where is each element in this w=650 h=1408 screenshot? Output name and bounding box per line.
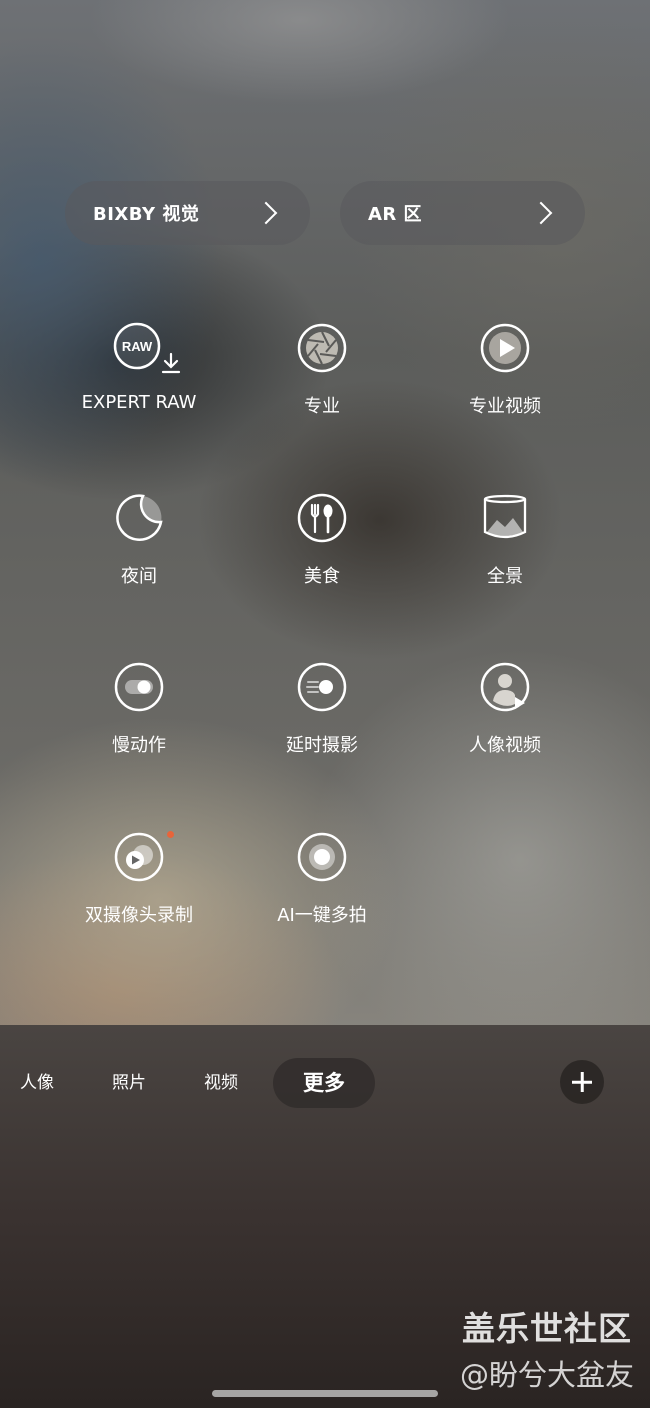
ar-zone-label: AR 区 [368,204,423,225]
home-indicator[interactable] [212,1390,438,1397]
notification-dot [167,831,174,838]
mode-single-take[interactable]: AI一键多拍 [222,831,422,927]
hyperlapse-icon [296,661,348,713]
bixby-vision-label: BIXBY 视觉 [93,204,200,225]
mode-dual-recording[interactable]: 双摄像头录制 [39,831,239,927]
moon-icon [113,492,165,544]
add-mode-button[interactable] [560,1060,604,1104]
panorama-icon [479,492,531,544]
aperture-icon [296,322,348,374]
tab-portrait[interactable]: 人像 [20,1058,54,1108]
mode-label: 专业视频 [469,396,541,417]
mode-tab-bar: 人像 照片 视频 更多 [0,1058,650,1108]
mode-label: 夜间 [121,566,157,587]
tab-video[interactable]: 视频 [204,1058,238,1108]
mode-food[interactable]: 美食 [222,492,422,588]
watermark-site: 盖乐世社区 [462,1309,632,1348]
chevron-right-icon [529,201,553,225]
mode-panorama[interactable]: 全景 [405,492,605,588]
tab-photo[interactable]: 照片 [112,1058,146,1108]
mode-label: 人像视频 [469,735,541,756]
mode-expert-raw[interactable]: RAW EXPERT RAW [39,322,239,413]
mode-slow-motion[interactable]: 慢动作 [39,661,239,757]
mode-portrait-video[interactable]: 人像视频 [405,661,605,757]
portrait-video-icon [479,661,531,713]
ar-zone-button[interactable]: AR 区 [340,181,585,245]
mode-hyperlapse[interactable]: 延时摄影 [222,661,422,757]
fork-spoon-icon [296,492,348,544]
mode-pro-video[interactable]: 专业视频 [405,322,605,418]
mode-label: 慢动作 [112,735,166,756]
mode-label: 延时摄影 [286,735,358,756]
aperture-play-icon [479,322,531,374]
bixby-vision-button[interactable]: BIXBY 视觉 [65,181,310,245]
mode-pro[interactable]: 专业 [222,322,422,418]
single-take-icon [296,831,348,883]
watermark-author: @盼兮大盆友 [459,1358,634,1392]
mode-night[interactable]: 夜间 [39,492,239,588]
tab-more[interactable]: 更多 [273,1058,375,1108]
mode-label: AI一键多拍 [277,905,367,926]
raw-icon: RAW [113,322,181,374]
dual-recording-icon [113,831,174,883]
mode-label: EXPERT RAW [81,392,197,413]
mode-label: 美食 [304,566,340,587]
chevron-right-icon [254,201,278,225]
mode-label: 专业 [304,396,340,417]
mode-label: 双摄像头录制 [85,905,193,926]
raw-badge-text: RAW [122,339,153,354]
mode-label: 全景 [487,566,523,587]
download-icon [161,352,181,374]
slow-motion-icon [113,661,165,713]
